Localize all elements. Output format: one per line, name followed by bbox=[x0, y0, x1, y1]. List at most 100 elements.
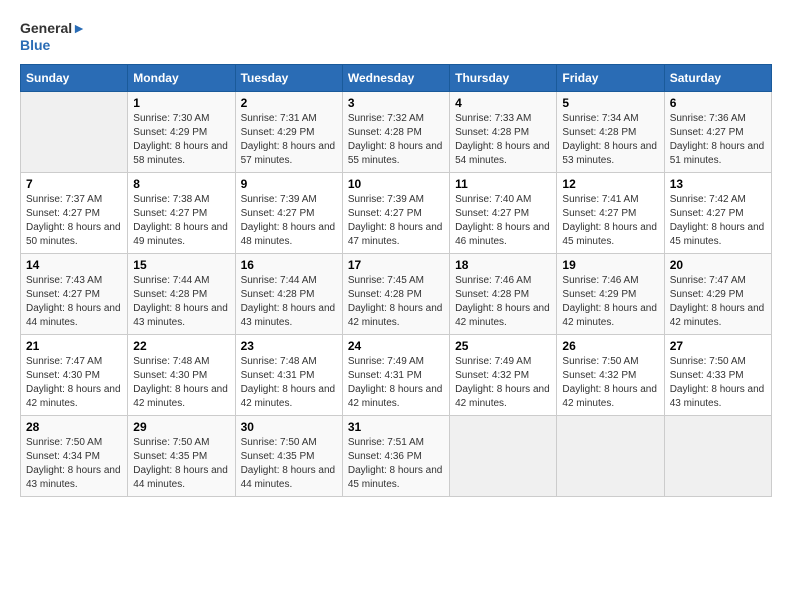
day-number: 7 bbox=[26, 177, 122, 191]
calendar-cell: 25 Sunrise: 7:49 AM Sunset: 4:32 PM Dayli… bbox=[450, 334, 557, 415]
calendar-table: SundayMondayTuesdayWednesdayThursdayFrid… bbox=[20, 64, 772, 497]
day-number: 16 bbox=[241, 258, 337, 272]
day-info: Sunrise: 7:32 AM Sunset: 4:28 PM Dayligh… bbox=[348, 112, 444, 168]
calendar-cell: 15 Sunrise: 7:44 AM Sunset: 4:28 PM Dayli… bbox=[128, 253, 235, 334]
day-number: 8 bbox=[133, 177, 229, 191]
day-number: 10 bbox=[348, 177, 444, 191]
day-info: Sunrise: 7:49 AM Sunset: 4:32 PM Dayligh… bbox=[455, 355, 551, 411]
calendar-cell: 26 Sunrise: 7:50 AM Sunset: 4:32 PM Dayli… bbox=[557, 334, 664, 415]
logo-text: General► Blue bbox=[20, 20, 86, 54]
day-info: Sunrise: 7:46 AM Sunset: 4:28 PM Dayligh… bbox=[455, 274, 551, 330]
day-number: 21 bbox=[26, 339, 122, 353]
day-info: Sunrise: 7:44 AM Sunset: 4:28 PM Dayligh… bbox=[133, 274, 229, 330]
day-info: Sunrise: 7:39 AM Sunset: 4:27 PM Dayligh… bbox=[241, 193, 337, 249]
calendar-cell: 24Sunrise: 7:49 AM Sunset: 4:31 PM Dayli… bbox=[342, 334, 449, 415]
calendar-week-row: 14 Sunrise: 7:43 AM Sunset: 4:27 PM Dayli… bbox=[21, 253, 772, 334]
calendar-cell: 4 Sunrise: 7:33 AM Sunset: 4:28 PM Daylig… bbox=[450, 91, 557, 172]
day-number: 29 bbox=[133, 420, 229, 434]
calendar-cell: 23Sunrise: 7:48 AM Sunset: 4:31 PM Dayli… bbox=[235, 334, 342, 415]
day-header-friday: Friday bbox=[557, 64, 664, 91]
day-number: 17 bbox=[348, 258, 444, 272]
day-header-sunday: Sunday bbox=[21, 64, 128, 91]
calendar-cell: 5 Sunrise: 7:34 AM Sunset: 4:28 PM Daylig… bbox=[557, 91, 664, 172]
calendar-cell: 16 Sunrise: 7:44 AM Sunset: 4:28 PM Dayli… bbox=[235, 253, 342, 334]
day-number: 30 bbox=[241, 420, 337, 434]
day-info: Sunrise: 7:47 AM Sunset: 4:30 PM Dayligh… bbox=[26, 355, 122, 411]
day-info: Sunrise: 7:48 AM Sunset: 4:31 PM Dayligh… bbox=[241, 355, 337, 411]
day-info: Sunrise: 7:45 AM Sunset: 4:28 PM Dayligh… bbox=[348, 274, 444, 330]
calendar-cell: 28 Sunrise: 7:50 AM Sunset: 4:34 PM Dayli… bbox=[21, 415, 128, 496]
day-number: 13 bbox=[670, 177, 766, 191]
day-info: Sunrise: 7:41 AM Sunset: 4:27 PM Dayligh… bbox=[562, 193, 658, 249]
calendar-cell: 1Sunrise: 7:30 AM Sunset: 4:29 PM Daylig… bbox=[128, 91, 235, 172]
calendar-cell: 31Sunrise: 7:51 AM Sunset: 4:36 PM Dayli… bbox=[342, 415, 449, 496]
calendar-cell: 22Sunrise: 7:48 AM Sunset: 4:30 PM Dayli… bbox=[128, 334, 235, 415]
day-info: Sunrise: 7:50 AM Sunset: 4:34 PM Dayligh… bbox=[26, 436, 122, 492]
day-number: 12 bbox=[562, 177, 658, 191]
day-info: Sunrise: 7:39 AM Sunset: 4:27 PM Dayligh… bbox=[348, 193, 444, 249]
day-number: 3 bbox=[348, 96, 444, 110]
day-info: Sunrise: 7:40 AM Sunset: 4:27 PM Dayligh… bbox=[455, 193, 551, 249]
calendar-week-row: 28 Sunrise: 7:50 AM Sunset: 4:34 PM Dayli… bbox=[21, 415, 772, 496]
day-number: 2 bbox=[241, 96, 337, 110]
calendar-cell: 10 Sunrise: 7:39 AM Sunset: 4:27 PM Dayli… bbox=[342, 172, 449, 253]
day-info: Sunrise: 7:50 AM Sunset: 4:35 PM Dayligh… bbox=[241, 436, 337, 492]
day-number: 5 bbox=[562, 96, 658, 110]
calendar-cell bbox=[21, 91, 128, 172]
day-info: Sunrise: 7:31 AM Sunset: 4:29 PM Dayligh… bbox=[241, 112, 337, 168]
calendar-cell: 7Sunrise: 7:37 AM Sunset: 4:27 PM Daylig… bbox=[21, 172, 128, 253]
day-info: Sunrise: 7:30 AM Sunset: 4:29 PM Dayligh… bbox=[133, 112, 229, 168]
day-number: 19 bbox=[562, 258, 658, 272]
day-number: 18 bbox=[455, 258, 551, 272]
day-number: 6 bbox=[670, 96, 766, 110]
calendar-cell: 20 Sunrise: 7:47 AM Sunset: 4:29 PM Dayli… bbox=[664, 253, 771, 334]
day-number: 26 bbox=[562, 339, 658, 353]
day-header-tuesday: Tuesday bbox=[235, 64, 342, 91]
logo: General► Blue bbox=[20, 20, 86, 54]
calendar-cell: 30 Sunrise: 7:50 AM Sunset: 4:35 PM Dayli… bbox=[235, 415, 342, 496]
day-number: 28 bbox=[26, 420, 122, 434]
day-number: 27 bbox=[670, 339, 766, 353]
calendar-cell: 6 Sunrise: 7:36 AM Sunset: 4:27 PM Daylig… bbox=[664, 91, 771, 172]
day-info: Sunrise: 7:50 AM Sunset: 4:32 PM Dayligh… bbox=[562, 355, 658, 411]
calendar-cell: 2 Sunrise: 7:31 AM Sunset: 4:29 PM Daylig… bbox=[235, 91, 342, 172]
calendar-cell: 27Sunrise: 7:50 AM Sunset: 4:33 PM Dayli… bbox=[664, 334, 771, 415]
day-number: 4 bbox=[455, 96, 551, 110]
calendar-week-row: 21 Sunrise: 7:47 AM Sunset: 4:30 PM Dayli… bbox=[21, 334, 772, 415]
day-number: 9 bbox=[241, 177, 337, 191]
calendar-cell bbox=[664, 415, 771, 496]
day-info: Sunrise: 7:33 AM Sunset: 4:28 PM Dayligh… bbox=[455, 112, 551, 168]
day-info: Sunrise: 7:38 AM Sunset: 4:27 PM Dayligh… bbox=[133, 193, 229, 249]
calendar-cell: 17 Sunrise: 7:45 AM Sunset: 4:28 PM Dayli… bbox=[342, 253, 449, 334]
day-info: Sunrise: 7:34 AM Sunset: 4:28 PM Dayligh… bbox=[562, 112, 658, 168]
day-info: Sunrise: 7:43 AM Sunset: 4:27 PM Dayligh… bbox=[26, 274, 122, 330]
calendar-header-row: SundayMondayTuesdayWednesdayThursdayFrid… bbox=[21, 64, 772, 91]
calendar-cell: 11 Sunrise: 7:40 AM Sunset: 4:27 PM Dayli… bbox=[450, 172, 557, 253]
calendar-cell bbox=[557, 415, 664, 496]
day-number: 22 bbox=[133, 339, 229, 353]
day-header-wednesday: Wednesday bbox=[342, 64, 449, 91]
day-info: Sunrise: 7:44 AM Sunset: 4:28 PM Dayligh… bbox=[241, 274, 337, 330]
day-number: 20 bbox=[670, 258, 766, 272]
calendar-cell: 19 Sunrise: 7:46 AM Sunset: 4:29 PM Dayli… bbox=[557, 253, 664, 334]
day-number: 14 bbox=[26, 258, 122, 272]
calendar-cell: 14 Sunrise: 7:43 AM Sunset: 4:27 PM Dayli… bbox=[21, 253, 128, 334]
calendar-cell: 13Sunrise: 7:42 AM Sunset: 4:27 PM Dayli… bbox=[664, 172, 771, 253]
day-number: 24 bbox=[348, 339, 444, 353]
day-header-monday: Monday bbox=[128, 64, 235, 91]
day-number: 15 bbox=[133, 258, 229, 272]
page-header: General► Blue bbox=[20, 20, 772, 54]
calendar-cell bbox=[450, 415, 557, 496]
calendar-week-row: 7Sunrise: 7:37 AM Sunset: 4:27 PM Daylig… bbox=[21, 172, 772, 253]
calendar-cell: 12 Sunrise: 7:41 AM Sunset: 4:27 PM Dayli… bbox=[557, 172, 664, 253]
calendar-cell: 9 Sunrise: 7:39 AM Sunset: 4:27 PM Daylig… bbox=[235, 172, 342, 253]
calendar-cell: 29Sunrise: 7:50 AM Sunset: 4:35 PM Dayli… bbox=[128, 415, 235, 496]
calendar-cell: 8 Sunrise: 7:38 AM Sunset: 4:27 PM Daylig… bbox=[128, 172, 235, 253]
day-number: 11 bbox=[455, 177, 551, 191]
day-info: Sunrise: 7:36 AM Sunset: 4:27 PM Dayligh… bbox=[670, 112, 766, 168]
day-number: 25 bbox=[455, 339, 551, 353]
calendar-cell: 18 Sunrise: 7:46 AM Sunset: 4:28 PM Dayli… bbox=[450, 253, 557, 334]
day-info: Sunrise: 7:46 AM Sunset: 4:29 PM Dayligh… bbox=[562, 274, 658, 330]
day-header-thursday: Thursday bbox=[450, 64, 557, 91]
day-info: Sunrise: 7:47 AM Sunset: 4:29 PM Dayligh… bbox=[670, 274, 766, 330]
